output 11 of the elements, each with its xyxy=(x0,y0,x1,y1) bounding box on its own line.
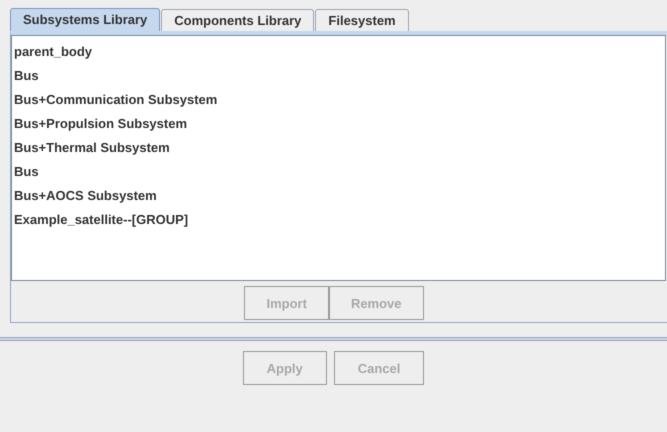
list-item[interactable]: parent_body xyxy=(14,40,663,64)
tab[interactable]: Subsystems Library xyxy=(10,8,160,31)
list-item[interactable]: Bus+Thermal Subsystem xyxy=(14,136,663,160)
list-item[interactable]: Example_satellite--[GROUP] xyxy=(14,208,663,232)
tab[interactable]: Components Library xyxy=(161,9,314,31)
list-item[interactable]: Bus xyxy=(14,64,663,88)
list-item[interactable]: Bus+Communication Subsystem xyxy=(14,88,663,112)
list-item[interactable]: Bus+Propulsion Subsystem xyxy=(14,112,663,136)
tab[interactable]: Filesystem xyxy=(315,9,409,31)
list-item[interactable]: Bus xyxy=(14,160,663,184)
list-item[interactable]: Bus+AOCS Subsystem xyxy=(14,184,663,208)
